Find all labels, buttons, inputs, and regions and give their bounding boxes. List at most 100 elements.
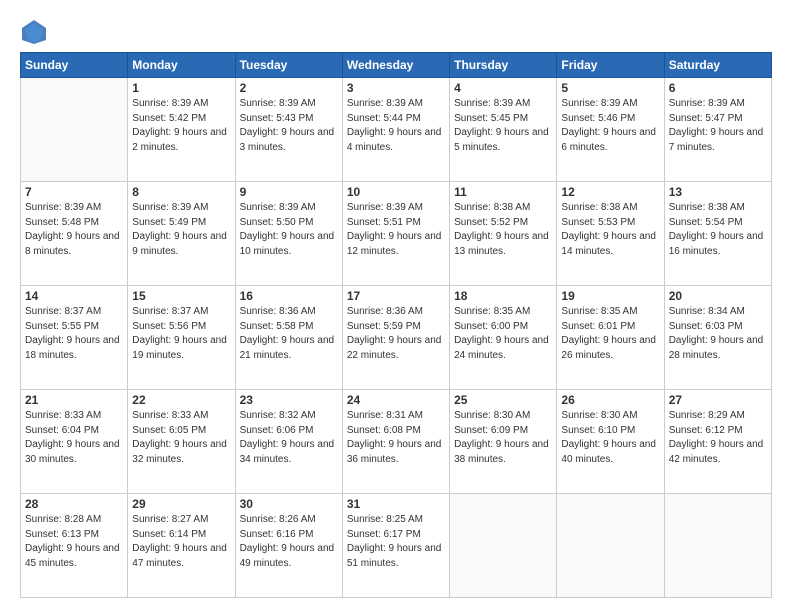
daylight-text: Daylight: 9 hours and 18 minutes.	[25, 335, 120, 361]
sunset-text: Sunset: 6:09 PM	[454, 425, 528, 436]
logo	[20, 18, 54, 46]
day-number: 17	[347, 289, 445, 303]
calendar-cell: 17 Sunrise: 8:36 AM Sunset: 5:59 PM Dayl…	[342, 286, 449, 390]
weekday-header: Wednesday	[342, 53, 449, 78]
daylight-text: Daylight: 9 hours and 47 minutes.	[132, 543, 227, 569]
day-number: 20	[669, 289, 767, 303]
cell-info: Sunrise: 8:39 AM Sunset: 5:45 PM Dayligh…	[454, 97, 552, 155]
weekday-header: Monday	[128, 53, 235, 78]
cell-info: Sunrise: 8:39 AM Sunset: 5:48 PM Dayligh…	[25, 201, 123, 259]
daylight-text: Daylight: 9 hours and 26 minutes.	[561, 335, 656, 361]
day-number: 11	[454, 185, 552, 199]
calendar-cell: 11 Sunrise: 8:38 AM Sunset: 5:52 PM Dayl…	[450, 182, 557, 286]
sunset-text: Sunset: 5:46 PM	[561, 113, 635, 124]
cell-info: Sunrise: 8:38 AM Sunset: 5:53 PM Dayligh…	[561, 201, 659, 259]
calendar-cell: 23 Sunrise: 8:32 AM Sunset: 6:06 PM Dayl…	[235, 390, 342, 494]
day-number: 26	[561, 393, 659, 407]
cell-info: Sunrise: 8:39 AM Sunset: 5:43 PM Dayligh…	[240, 97, 338, 155]
sunrise-text: Sunrise: 8:38 AM	[454, 202, 530, 213]
daylight-text: Daylight: 9 hours and 21 minutes.	[240, 335, 335, 361]
sunrise-text: Sunrise: 8:39 AM	[347, 202, 423, 213]
sunset-text: Sunset: 6:12 PM	[669, 425, 743, 436]
cell-info: Sunrise: 8:38 AM Sunset: 5:52 PM Dayligh…	[454, 201, 552, 259]
calendar-cell: 12 Sunrise: 8:38 AM Sunset: 5:53 PM Dayl…	[557, 182, 664, 286]
cell-info: Sunrise: 8:39 AM Sunset: 5:44 PM Dayligh…	[347, 97, 445, 155]
sunset-text: Sunset: 5:42 PM	[132, 113, 206, 124]
daylight-text: Daylight: 9 hours and 24 minutes.	[454, 335, 549, 361]
sunset-text: Sunset: 5:55 PM	[25, 321, 99, 332]
daylight-text: Daylight: 9 hours and 51 minutes.	[347, 543, 442, 569]
weekday-header-row: SundayMondayTuesdayWednesdayThursdayFrid…	[21, 53, 772, 78]
daylight-text: Daylight: 9 hours and 12 minutes.	[347, 231, 442, 257]
day-number: 28	[25, 497, 123, 511]
sunrise-text: Sunrise: 8:39 AM	[347, 98, 423, 109]
calendar-cell: 31 Sunrise: 8:25 AM Sunset: 6:17 PM Dayl…	[342, 494, 449, 598]
weekday-header: Thursday	[450, 53, 557, 78]
calendar-cell: 1 Sunrise: 8:39 AM Sunset: 5:42 PM Dayli…	[128, 78, 235, 182]
cell-info: Sunrise: 8:31 AM Sunset: 6:08 PM Dayligh…	[347, 409, 445, 467]
cell-info: Sunrise: 8:28 AM Sunset: 6:13 PM Dayligh…	[25, 513, 123, 571]
day-number: 25	[454, 393, 552, 407]
calendar-cell: 19 Sunrise: 8:35 AM Sunset: 6:01 PM Dayl…	[557, 286, 664, 390]
sunrise-text: Sunrise: 8:29 AM	[669, 410, 745, 421]
calendar-cell: 30 Sunrise: 8:26 AM Sunset: 6:16 PM Dayl…	[235, 494, 342, 598]
daylight-text: Daylight: 9 hours and 22 minutes.	[347, 335, 442, 361]
sunset-text: Sunset: 5:50 PM	[240, 217, 314, 228]
calendar-week-row: 28 Sunrise: 8:28 AM Sunset: 6:13 PM Dayl…	[21, 494, 772, 598]
daylight-text: Daylight: 9 hours and 6 minutes.	[561, 127, 656, 153]
day-number: 27	[669, 393, 767, 407]
cell-info: Sunrise: 8:30 AM Sunset: 6:10 PM Dayligh…	[561, 409, 659, 467]
day-number: 22	[132, 393, 230, 407]
sunset-text: Sunset: 5:48 PM	[25, 217, 99, 228]
calendar-week-row: 21 Sunrise: 8:33 AM Sunset: 6:04 PM Dayl…	[21, 390, 772, 494]
calendar-cell: 3 Sunrise: 8:39 AM Sunset: 5:44 PM Dayli…	[342, 78, 449, 182]
sunrise-text: Sunrise: 8:36 AM	[240, 306, 316, 317]
sunset-text: Sunset: 6:08 PM	[347, 425, 421, 436]
daylight-text: Daylight: 9 hours and 28 minutes.	[669, 335, 764, 361]
calendar-cell: 16 Sunrise: 8:36 AM Sunset: 5:58 PM Dayl…	[235, 286, 342, 390]
daylight-text: Daylight: 9 hours and 38 minutes.	[454, 439, 549, 465]
day-number: 14	[25, 289, 123, 303]
sunset-text: Sunset: 6:17 PM	[347, 529, 421, 540]
cell-info: Sunrise: 8:38 AM Sunset: 5:54 PM Dayligh…	[669, 201, 767, 259]
sunrise-text: Sunrise: 8:38 AM	[561, 202, 637, 213]
sunrise-text: Sunrise: 8:37 AM	[25, 306, 101, 317]
cell-info: Sunrise: 8:39 AM Sunset: 5:47 PM Dayligh…	[669, 97, 767, 155]
day-number: 4	[454, 81, 552, 95]
calendar-cell: 10 Sunrise: 8:39 AM Sunset: 5:51 PM Dayl…	[342, 182, 449, 286]
daylight-text: Daylight: 9 hours and 49 minutes.	[240, 543, 335, 569]
daylight-text: Daylight: 9 hours and 5 minutes.	[454, 127, 549, 153]
day-number: 7	[25, 185, 123, 199]
sunrise-text: Sunrise: 8:39 AM	[454, 98, 530, 109]
cell-info: Sunrise: 8:34 AM Sunset: 6:03 PM Dayligh…	[669, 305, 767, 363]
cell-info: Sunrise: 8:33 AM Sunset: 6:05 PM Dayligh…	[132, 409, 230, 467]
day-number: 23	[240, 393, 338, 407]
calendar-cell: 13 Sunrise: 8:38 AM Sunset: 5:54 PM Dayl…	[664, 182, 771, 286]
cell-info: Sunrise: 8:37 AM Sunset: 5:55 PM Dayligh…	[25, 305, 123, 363]
sunset-text: Sunset: 5:43 PM	[240, 113, 314, 124]
calendar-cell: 26 Sunrise: 8:30 AM Sunset: 6:10 PM Dayl…	[557, 390, 664, 494]
sunset-text: Sunset: 5:44 PM	[347, 113, 421, 124]
calendar-cell: 18 Sunrise: 8:35 AM Sunset: 6:00 PM Dayl…	[450, 286, 557, 390]
calendar-week-row: 1 Sunrise: 8:39 AM Sunset: 5:42 PM Dayli…	[21, 78, 772, 182]
sunrise-text: Sunrise: 8:39 AM	[240, 98, 316, 109]
sunrise-text: Sunrise: 8:39 AM	[561, 98, 637, 109]
calendar-table: SundayMondayTuesdayWednesdayThursdayFrid…	[20, 52, 772, 598]
sunset-text: Sunset: 5:45 PM	[454, 113, 528, 124]
sunrise-text: Sunrise: 8:39 AM	[669, 98, 745, 109]
header	[20, 18, 772, 46]
sunset-text: Sunset: 6:13 PM	[25, 529, 99, 540]
calendar-cell: 2 Sunrise: 8:39 AM Sunset: 5:43 PM Dayli…	[235, 78, 342, 182]
sunrise-text: Sunrise: 8:30 AM	[561, 410, 637, 421]
daylight-text: Daylight: 9 hours and 30 minutes.	[25, 439, 120, 465]
logo-icon	[20, 18, 48, 46]
cell-info: Sunrise: 8:26 AM Sunset: 6:16 PM Dayligh…	[240, 513, 338, 571]
day-number: 6	[669, 81, 767, 95]
sunrise-text: Sunrise: 8:30 AM	[454, 410, 530, 421]
calendar-week-row: 14 Sunrise: 8:37 AM Sunset: 5:55 PM Dayl…	[21, 286, 772, 390]
daylight-text: Daylight: 9 hours and 40 minutes.	[561, 439, 656, 465]
day-number: 9	[240, 185, 338, 199]
calendar-cell: 4 Sunrise: 8:39 AM Sunset: 5:45 PM Dayli…	[450, 78, 557, 182]
calendar-cell: 5 Sunrise: 8:39 AM Sunset: 5:46 PM Dayli…	[557, 78, 664, 182]
sunrise-text: Sunrise: 8:26 AM	[240, 514, 316, 525]
